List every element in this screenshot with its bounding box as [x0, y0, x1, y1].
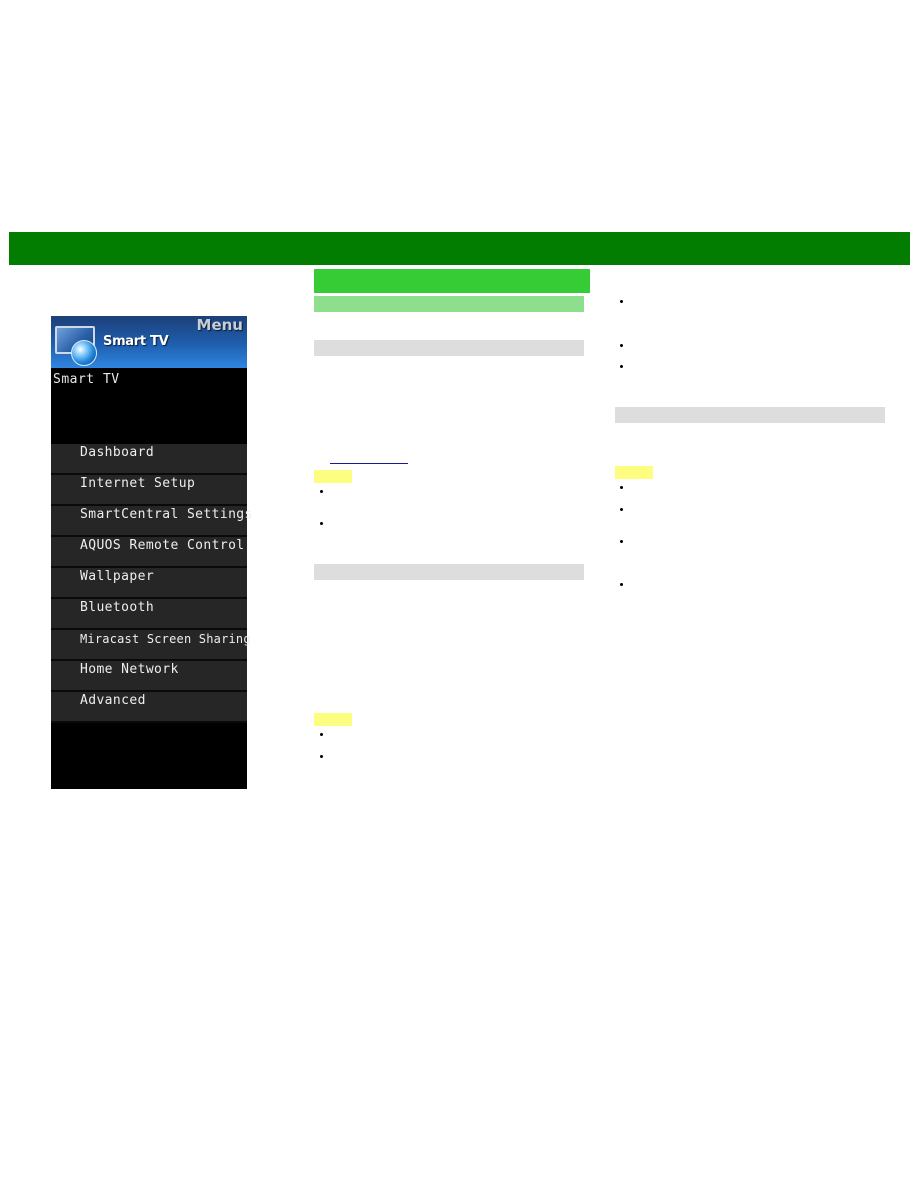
note-tag-3 [615, 466, 653, 479]
subsection-bar-3 [615, 407, 885, 423]
menu-item-label: AQUOS Remote Control [80, 538, 245, 553]
note-tag-1 [314, 470, 352, 483]
menu-item-bluetooth[interactable]: Bluetooth [51, 599, 247, 630]
subsection-bar-1 [314, 340, 584, 356]
smart-tv-menu-panel: Smart TV Menu Smart TV Dashboard Interne… [51, 316, 252, 789]
page-header-bar [9, 232, 910, 265]
bullet [320, 522, 323, 525]
bullet [620, 508, 623, 511]
menu-item-label: Wallpaper [80, 569, 155, 584]
menu-item-home-network[interactable]: Home Network [51, 661, 247, 692]
menu-list: Dashboard Internet Setup SmartCentral Se… [51, 444, 252, 723]
note-tag-2 [314, 713, 352, 726]
menu-item-label: Internet Setup [80, 476, 196, 491]
menu-header: Smart TV Menu [51, 316, 247, 368]
globe-icon [71, 340, 97, 366]
menu-item-internet-setup[interactable]: Internet Setup [51, 475, 247, 506]
bullet [620, 583, 623, 586]
menu-item-miracast-screen-sharing[interactable]: Miracast Screen Sharing [51, 630, 251, 661]
menu-item-label: SmartCentral Settings [80, 507, 253, 522]
menu-item-advanced[interactable]: Advanced [51, 692, 247, 723]
section-heading-bar [314, 269, 590, 293]
bullet [320, 733, 323, 736]
menu-item-dashboard[interactable]: Dashboard [51, 444, 247, 475]
smart-tv-globe-icon [55, 326, 99, 368]
page-link[interactable] [330, 463, 408, 464]
subheading-bar [314, 296, 584, 312]
subsection-bar-2 [314, 564, 584, 580]
bullet [320, 755, 323, 758]
menu-header-title: Smart TV [103, 334, 169, 349]
menu-section-title: Smart TV [53, 372, 120, 387]
bullet [620, 486, 623, 489]
menu-item-label: Dashboard [80, 445, 155, 460]
menu-item-aquos-remote-control[interactable]: AQUOS Remote Control [51, 537, 247, 568]
bullet [620, 300, 623, 303]
menu-item-label: Bluetooth [80, 600, 155, 615]
menu-item-label: Home Network [80, 662, 179, 677]
bullet [620, 365, 623, 368]
bullet [320, 490, 323, 493]
menu-item-smartcentral-settings[interactable]: SmartCentral Settings [51, 506, 252, 537]
menu-item-wallpaper[interactable]: Wallpaper [51, 568, 247, 599]
bullet [620, 344, 623, 347]
menu-label: Menu [196, 316, 243, 334]
menu-item-label: Miracast Screen Sharing [80, 632, 251, 646]
bullet [620, 540, 623, 543]
menu-item-label: Advanced [80, 693, 146, 708]
